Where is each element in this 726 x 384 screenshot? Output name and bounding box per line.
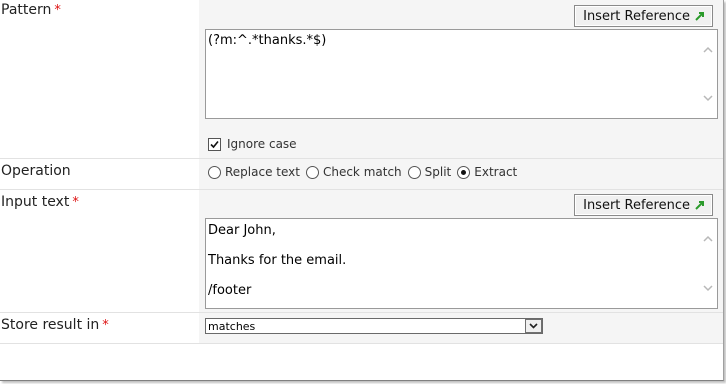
radio-button[interactable] (208, 165, 221, 179)
pattern-field-area: Insert Reference (?m:^.*thanks.*$) Ignor… (199, 0, 723, 158)
scroll-up-icon[interactable] (703, 234, 713, 244)
required-marker: * (54, 3, 61, 18)
store-result-field-area: matches (199, 313, 723, 343)
input-line: Thanks for the email. (208, 253, 347, 268)
radio-selected-dot (461, 169, 467, 175)
input-text-content: Dear John, Thanks for the email. /footer (208, 222, 346, 312)
input-text-field-area: Insert Reference Dear John, Thanks for t… (199, 190, 723, 312)
input-scrollbar[interactable] (700, 219, 717, 308)
scroll-down-icon[interactable] (703, 283, 713, 293)
required-marker: * (102, 318, 109, 333)
radio-label: Split (424, 165, 452, 179)
input-line: Dear John, (208, 223, 276, 238)
pattern-insert-reference-button[interactable]: Insert Reference (574, 5, 713, 27)
ignore-case-option[interactable]: Ignore case (208, 137, 297, 151)
scroll-up-icon[interactable] (703, 45, 713, 55)
operation-label: Operation (1, 163, 71, 179)
insert-reference-label: Insert Reference (583, 197, 690, 213)
pattern-scrollbar[interactable] (700, 30, 717, 118)
radio-button[interactable] (407, 165, 421, 179)
checkmark-icon (210, 140, 219, 148)
radio-button-selected[interactable] (457, 165, 471, 179)
required-marker: * (72, 195, 79, 210)
store-result-label-text: Store result in (1, 317, 100, 333)
insert-reference-label: Insert Reference (583, 8, 690, 24)
pattern-label-text: Pattern (1, 2, 52, 18)
chevron-down-icon (529, 323, 538, 329)
scroll-down-icon[interactable] (703, 93, 713, 103)
operation-row: Operation Replace text Check match Split… (0, 159, 723, 190)
radio-label: Replace text (225, 165, 300, 179)
input-text-label-text: Input text (1, 194, 70, 210)
store-result-select[interactable]: matches (205, 318, 543, 334)
regex-form: Pattern * Insert Reference (?m:^.*thanks.… (0, 0, 724, 381)
input-text-row: Input text * Insert Reference Dear John, … (0, 190, 723, 313)
operation-radio-group: Replace text Check match Split Extract (208, 165, 523, 179)
radio-label: Check match (322, 165, 402, 179)
radio-check-match[interactable]: Check match (305, 165, 402, 179)
pattern-value: (?m:^.*thanks.*$) (208, 33, 327, 48)
input-insert-reference-button[interactable]: Insert Reference (574, 194, 713, 216)
radio-extract[interactable]: Extract (457, 165, 517, 179)
ignore-case-label: Ignore case (227, 137, 297, 151)
dropdown-button[interactable] (525, 319, 542, 333)
insert-arrow-icon (695, 201, 704, 210)
insert-arrow-icon (695, 12, 704, 21)
radio-label: Extract (474, 165, 518, 179)
radio-button[interactable] (305, 165, 319, 179)
store-result-value: matches (208, 319, 256, 333)
pattern-textarea[interactable]: (?m:^.*thanks.*$) (205, 29, 718, 119)
radio-split[interactable]: Split (407, 165, 452, 179)
radio-replace-text[interactable]: Replace text (208, 165, 300, 179)
pattern-row: Pattern * Insert Reference (?m:^.*thanks.… (0, 0, 723, 159)
store-result-row: Store result in * matches (0, 313, 723, 344)
ignore-case-checkbox[interactable] (208, 137, 221, 151)
store-result-label: Store result in * (1, 317, 109, 333)
input-line: /footer (208, 283, 252, 298)
input-textarea[interactable]: Dear John, Thanks for the email. /footer (205, 218, 718, 309)
operation-field-area: Replace text Check match Split Extract (199, 159, 723, 189)
input-text-label: Input text * (1, 194, 79, 210)
pattern-label: Pattern * (1, 2, 61, 18)
